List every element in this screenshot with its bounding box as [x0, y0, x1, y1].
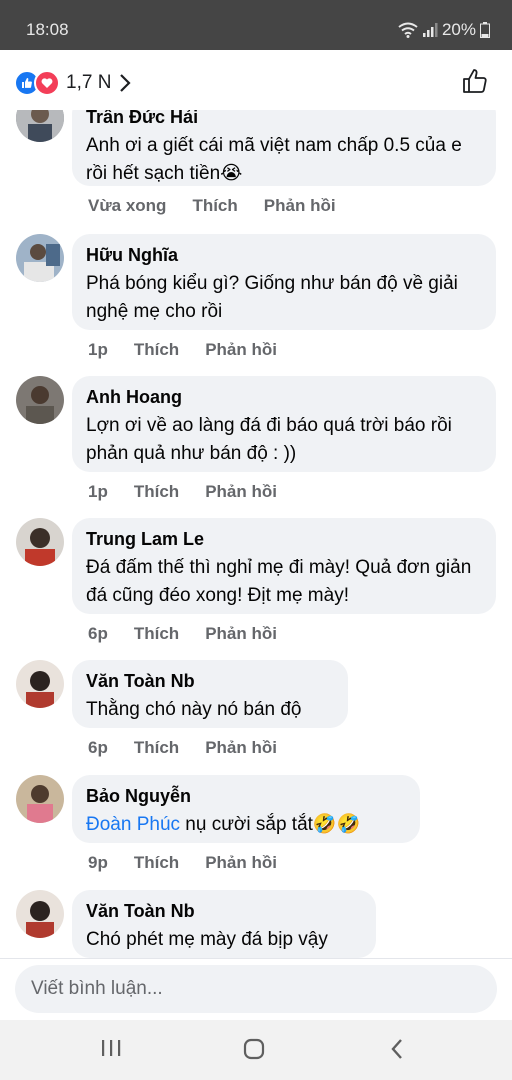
comment-actions: 1p Thích Phản hồi — [88, 482, 277, 502]
reply-link[interactable]: Phản hồi — [205, 340, 277, 360]
thumbs-up-icon — [463, 69, 487, 93]
like-link[interactable]: Thích — [192, 196, 237, 216]
reply-link[interactable]: Phản hồi — [205, 482, 277, 502]
comment-bubble[interactable]: Văn Toàn Nb Chó phét mẹ mày đá bịp vậy — [72, 890, 376, 958]
comment-actions: 6p Thích Phản hồi — [88, 624, 277, 644]
comment-author[interactable]: Văn Toàn Nb — [86, 670, 334, 692]
comments-list[interactable]: Trần Đức Hải Anh ơi a giết cái mã việt n… — [0, 110, 512, 958]
comment-bubble[interactable]: Hữu Nghĩa Phá bóng kiểu gì? Giống như bá… — [72, 234, 496, 330]
back-button[interactable] — [390, 1038, 404, 1065]
status-bar: 18:08 20% — [0, 0, 512, 50]
comment-actions: 6p Thích Phản hồi — [88, 738, 277, 758]
reply-link[interactable]: Phản hồi — [205, 738, 277, 758]
like-link[interactable]: Thích — [134, 340, 179, 360]
status-icons: 20% — [398, 20, 490, 40]
avatar[interactable] — [16, 775, 64, 823]
comment-text: Thằng chó này nó bán độ — [86, 699, 302, 720]
wifi-icon — [398, 22, 418, 38]
status-time: 18:08 — [26, 20, 69, 39]
like-link[interactable]: Thích — [134, 853, 179, 873]
comment-author[interactable]: Anh Hoang — [86, 386, 482, 408]
comment-bubble[interactable]: Trần Đức Hải Anh ơi a giết cái mã việt n… — [72, 110, 496, 186]
comment-author[interactable]: Trần Đức Hải — [86, 110, 482, 128]
mention-link[interactable]: Đoàn Phúc — [86, 814, 180, 835]
comment-bubble[interactable]: Bảo Nguyễn Đoàn Phúc nụ cười sắp tắt🤣🤣 — [72, 775, 420, 843]
reactions-summary[interactable]: 1,7 N — [14, 70, 131, 96]
comment-text: Đoàn Phúc nụ cười sắp tắt🤣🤣 — [86, 811, 406, 839]
reply-link[interactable]: Phản hồi — [264, 196, 336, 216]
battery-percent: 20% — [441, 20, 476, 39]
avatar[interactable] — [16, 110, 64, 142]
battery-icon — [480, 22, 490, 38]
comment-time: 6p — [88, 738, 108, 757]
comment-text: Lợn ơi về ao làng đá đi báo quá trời báo… — [86, 415, 452, 464]
reply-link[interactable]: Phản hồi — [205, 624, 277, 644]
system-nav-bar — [0, 1020, 512, 1080]
comment-input[interactable] — [15, 965, 497, 1013]
comment-text: Anh ơi a giết cái mã việt nam chấp 0.5 c… — [86, 135, 462, 184]
recent-apps-icon — [102, 1040, 121, 1056]
signal-icon — [422, 23, 438, 37]
comment-text-rest: nụ cười sắp tắt🤣🤣 — [180, 814, 361, 835]
comment-text: Chó phét mẹ mày đá bịp vậy — [86, 929, 328, 950]
comment-author[interactable]: Hữu Nghĩa — [86, 244, 482, 266]
like-post-button[interactable] — [462, 68, 488, 99]
comment-actions: 9p Thích Phản hồi — [88, 853, 277, 873]
home-button[interactable] — [243, 1038, 265, 1065]
comment-author[interactable]: Trung Lam Le — [86, 528, 482, 550]
reply-link[interactable]: Phản hồi — [205, 853, 277, 873]
avatar[interactable] — [16, 890, 64, 938]
comment-actions: 1p Thích Phản hồi — [88, 340, 277, 360]
comment-author[interactable]: Văn Toàn Nb — [86, 900, 362, 922]
chevron-right-icon — [120, 74, 131, 92]
avatar[interactable] — [16, 518, 64, 566]
like-link[interactable]: Thích — [134, 482, 179, 502]
like-link[interactable]: Thích — [134, 738, 179, 758]
comment-time: 6p — [88, 624, 108, 643]
reaction-count: 1,7 N — [66, 72, 112, 93]
home-icon — [243, 1038, 265, 1060]
comment-time: Vừa xong — [88, 196, 167, 215]
comment-author[interactable]: Bảo Nguyễn — [86, 785, 406, 807]
comment-time: 1p — [88, 340, 108, 359]
love-reaction-icon — [34, 70, 60, 96]
comment-bubble[interactable]: Văn Toàn Nb Thằng chó này nó bán độ — [72, 660, 348, 728]
comment-text: Phá bóng kiểu gì? Giống như bán độ về gi… — [86, 273, 458, 322]
avatar[interactable] — [16, 376, 64, 424]
comment-text: Đá đấm thế thì nghỉ mẹ đi mày! Quả đơn g… — [86, 557, 472, 606]
avatar[interactable] — [16, 660, 64, 708]
back-icon — [391, 1039, 402, 1059]
comment-time: 1p — [88, 482, 108, 501]
comment-actions: Vừa xong Thích Phản hồi — [88, 196, 336, 216]
avatar[interactable] — [16, 234, 64, 282]
comment-composer — [0, 958, 512, 1021]
comment-time: 9p — [88, 853, 108, 872]
comment-bubble[interactable]: Trung Lam Le Đá đấm thế thì nghỉ mẹ đi m… — [72, 518, 496, 614]
recent-apps-button[interactable] — [100, 1038, 122, 1063]
like-link[interactable]: Thích — [134, 624, 179, 644]
comment-bubble[interactable]: Anh Hoang Lợn ơi về ao làng đá đi báo qu… — [72, 376, 496, 472]
